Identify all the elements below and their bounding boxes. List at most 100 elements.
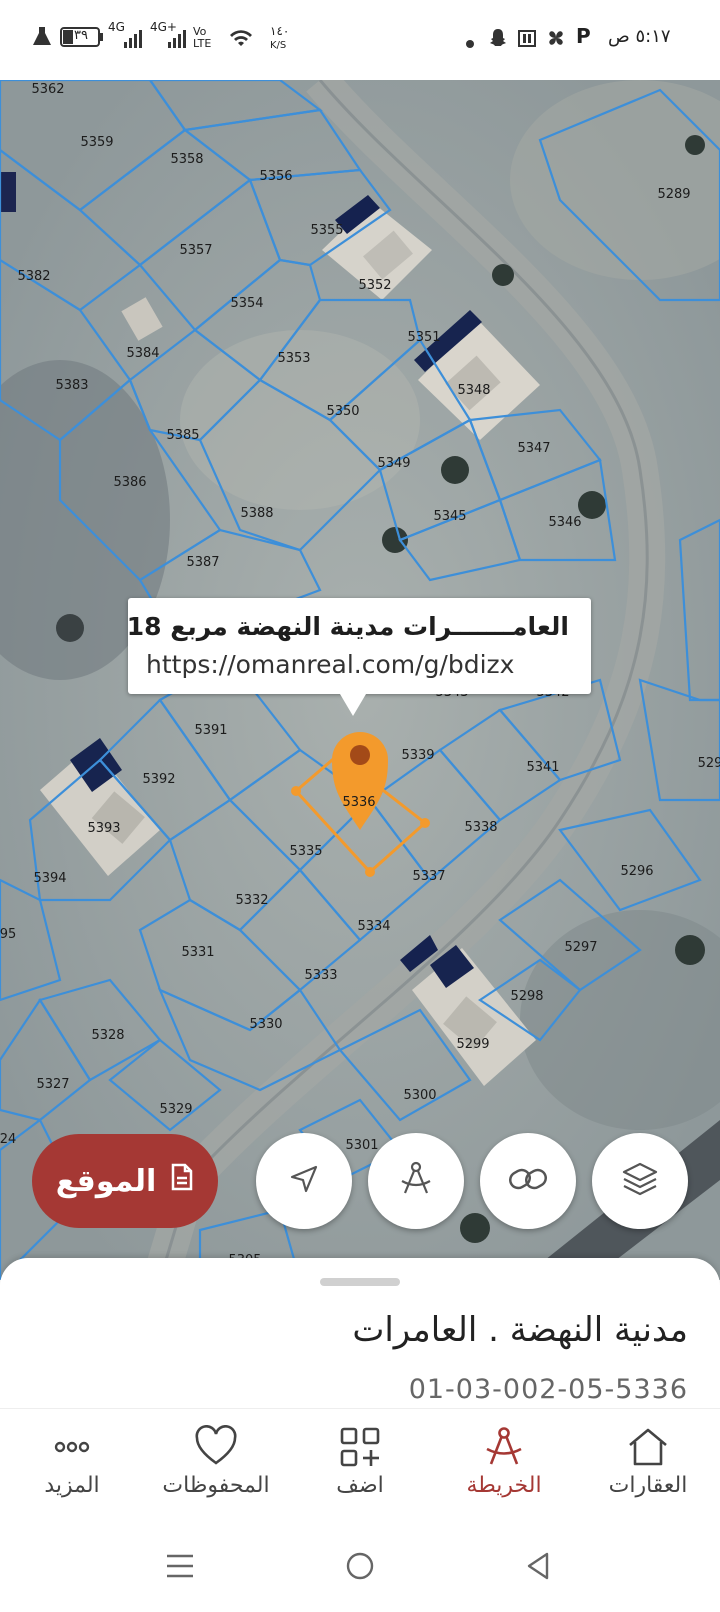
parcel-label: 5346 <box>548 515 581 530</box>
parcel-label: 5388 <box>240 506 273 521</box>
parcel-label: 5358 <box>170 152 203 167</box>
measure-button[interactable] <box>368 1133 464 1229</box>
parcel-label: 24 <box>0 1132 16 1147</box>
status-bar: ٣٩ 4G 4G+ Vo LTE ١٤٠ K/S P ٥:١٧ ص <box>0 0 720 80</box>
map-compass-icon <box>432 1425 576 1469</box>
plot-location-title: مدنية النهضة . العامرات <box>352 1310 688 1350</box>
nav-map-label: الخريطة <box>466 1473 542 1498</box>
home-system-button[interactable] <box>330 1544 390 1592</box>
more-icon <box>0 1425 144 1469</box>
layers-button[interactable] <box>592 1133 688 1229</box>
volte-label: Vo LTE <box>193 25 212 50</box>
parcel-label: 5382 <box>17 269 50 284</box>
parcel-label: 5356 <box>259 169 292 184</box>
navigate-button[interactable] <box>256 1133 352 1229</box>
plot-details-sheet[interactable]: مدنية النهضة . العامرات 01-03-002-05-533… <box>0 1258 720 1408</box>
building-edge <box>0 172 16 212</box>
parcel-label: 5330 <box>249 1017 282 1032</box>
parcel-label: 5338 <box>464 820 497 835</box>
pinwheel-icon <box>546 28 566 52</box>
parcel-label: 5298 <box>510 989 543 1004</box>
menu-lines-icon <box>165 1552 195 1584</box>
signal-label-1: 4G <box>108 20 125 34</box>
parcel-label: 5333 <box>304 968 337 983</box>
document-icon <box>170 1163 194 1199</box>
parcel-label: 5362 <box>31 82 64 97</box>
parcel-label: 5385 <box>166 428 199 443</box>
layers-icon <box>621 1160 659 1202</box>
parcel-label: 5336 <box>342 795 375 810</box>
parcel-label: 5335 <box>289 844 322 859</box>
parcel-label: 5359 <box>80 135 113 150</box>
nav-properties[interactable]: العقارات <box>576 1425 720 1515</box>
parcel-label: 5384 <box>126 346 159 361</box>
callout-title: العامـــــــرات مدينة النهضة مربع 18 <box>126 612 569 641</box>
nav-favorites-label: المحفوظات <box>162 1473 270 1498</box>
parcel-label: 5345 <box>433 509 466 524</box>
parcel-label: 5351 <box>407 330 440 345</box>
navigate-icon <box>289 1164 319 1198</box>
parcel-label: 5299 <box>456 1037 489 1052</box>
share-link-button[interactable] <box>480 1133 576 1229</box>
parcel-label: 5391 <box>194 723 227 738</box>
battery-level: ٣٩ <box>74 28 88 43</box>
location-label: الموقع <box>55 1163 157 1199</box>
parcel-label: 5357 <box>179 243 212 258</box>
parcel-label: 5334 <box>357 919 390 934</box>
parcel-label: 5355 <box>310 223 343 238</box>
back-button[interactable] <box>508 1544 568 1592</box>
nav-favorites[interactable]: المحفوظات <box>144 1425 288 1515</box>
parcel-label: 5392 <box>142 772 175 787</box>
signal-bars-1-icon <box>124 30 144 52</box>
home-icon <box>576 1425 720 1469</box>
nav-add-label: اضف <box>336 1473 384 1498</box>
nav-add[interactable]: اضف <box>288 1425 432 1515</box>
wifi-icon <box>228 28 254 52</box>
flask-icon <box>32 26 52 52</box>
nav-properties-label: العقارات <box>608 1473 688 1498</box>
speed-unit: K/S <box>270 40 287 51</box>
parcel-label: 5349 <box>377 456 410 471</box>
clock-time: ٥:١٧ ص <box>608 26 671 47</box>
parcel-label: 5331 <box>181 945 214 960</box>
parcel-label: 5352 <box>358 278 391 293</box>
plot-callout[interactable]: العامـــــــرات مدينة النهضة مربع 18 htt… <box>126 598 591 716</box>
parcel-label: 529 <box>698 756 720 771</box>
parcel-label: 5301 <box>345 1138 378 1153</box>
parcel-label: 5393 <box>87 821 120 836</box>
parcel-label: 5347 <box>517 441 550 456</box>
back-triangle-icon <box>525 1551 551 1585</box>
circle-home-icon <box>345 1551 375 1585</box>
notification-app-icon <box>518 28 536 52</box>
parcel-label: 5350 <box>326 404 359 419</box>
speed-value: ١٤٠ <box>270 24 290 38</box>
parcel-label: 5337 <box>412 869 445 884</box>
parcel-label: 5329 <box>159 1102 192 1117</box>
nav-more[interactable]: المزيد <box>0 1425 144 1515</box>
parcel-label: 5348 <box>457 383 490 398</box>
recent-apps-button[interactable] <box>150 1544 210 1592</box>
parcel-label: 5296 <box>620 864 653 879</box>
signal-bars-2-icon <box>168 30 188 52</box>
parcel-label: 95 <box>0 927 16 942</box>
parcel-label: 5339 <box>401 748 434 763</box>
parcel-label: 5327 <box>36 1077 69 1092</box>
parcel-label: 5394 <box>33 871 66 886</box>
compass-icon <box>396 1159 436 1203</box>
bottom-navigation: المزيد المحفوظات اضف الخريطة العقارات <box>0 1408 720 1523</box>
sheet-handle[interactable] <box>320 1278 400 1286</box>
parking-p-icon: P <box>576 24 591 48</box>
dot-icon <box>466 34 474 52</box>
system-navigation-bar <box>0 1522 720 1612</box>
link-icon <box>507 1164 549 1198</box>
parcel-label: 5387 <box>186 555 219 570</box>
snapchat-icon <box>488 28 508 52</box>
parcel-label: 5341 <box>526 760 559 775</box>
nav-more-label: المزيد <box>44 1473 100 1498</box>
location-button[interactable]: الموقع <box>32 1134 218 1228</box>
nav-map[interactable]: الخريطة <box>432 1425 576 1515</box>
plot-code: 01-03-002-05-5336 <box>408 1374 688 1405</box>
parcel-label: 5297 <box>564 940 597 955</box>
parcel-label: 5383 <box>55 378 88 393</box>
callout-url[interactable]: https://omanreal.com/g/bdizx <box>146 650 514 679</box>
